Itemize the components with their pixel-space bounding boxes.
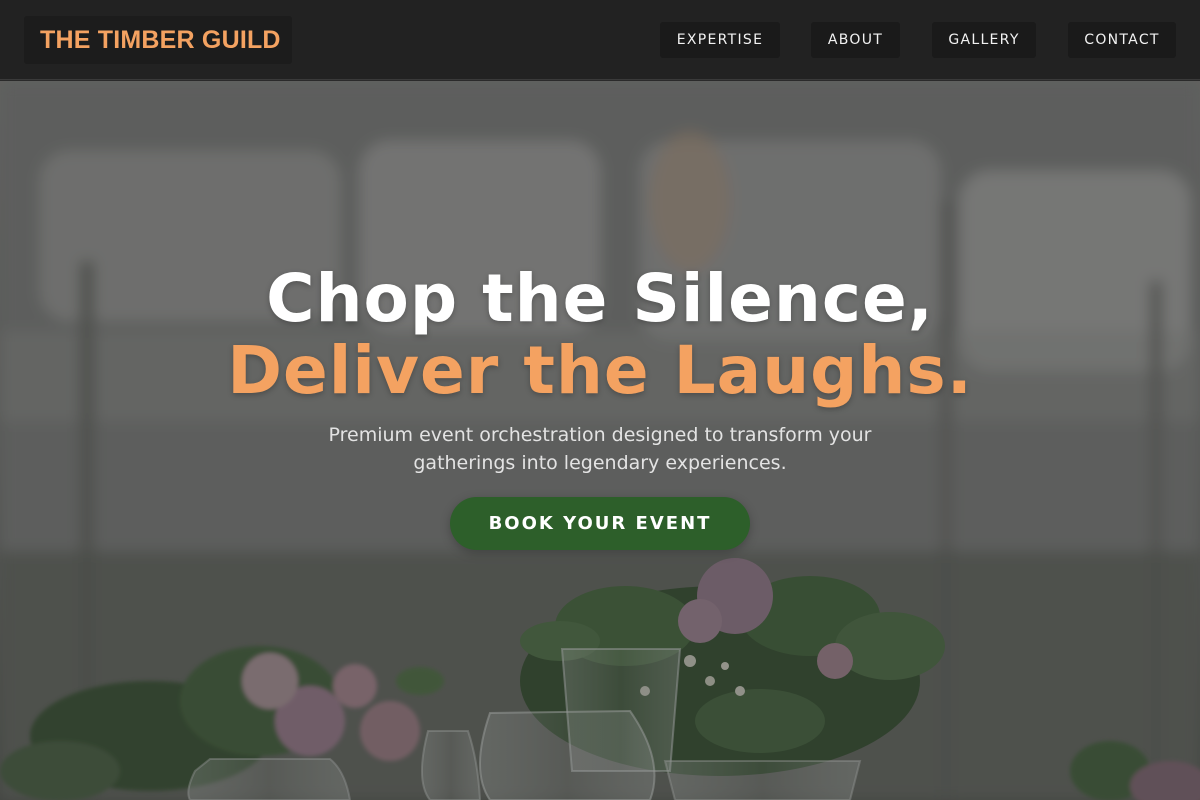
hero-headline-line-2: Deliver the Laughs. xyxy=(227,332,973,409)
hero-headline: Chop the Silence, Deliver the Laughs. xyxy=(0,263,1200,407)
hero-subtitle: Premium event orchestration designed to … xyxy=(328,424,872,474)
book-event-button[interactable]: BOOK YOUR EVENT xyxy=(450,497,750,550)
hero-headline-line-1: Chop the Silence, xyxy=(266,260,934,337)
nav-item-gallery[interactable]: GALLERY xyxy=(932,22,1036,58)
nav-item-contact[interactable]: CONTACT xyxy=(1068,22,1176,58)
nav-item-about[interactable]: ABOUT xyxy=(811,22,900,58)
hero-section: Chop the Silence, Deliver the Laughs. Pr… xyxy=(0,81,1200,800)
nav-item-expertise[interactable]: EXPERTISE xyxy=(660,22,780,58)
brand-logo[interactable]: THE TIMBER GUILD xyxy=(24,16,292,64)
site-header: THE TIMBER GUILD EXPERTISE ABOUT GALLERY… xyxy=(0,0,1200,80)
